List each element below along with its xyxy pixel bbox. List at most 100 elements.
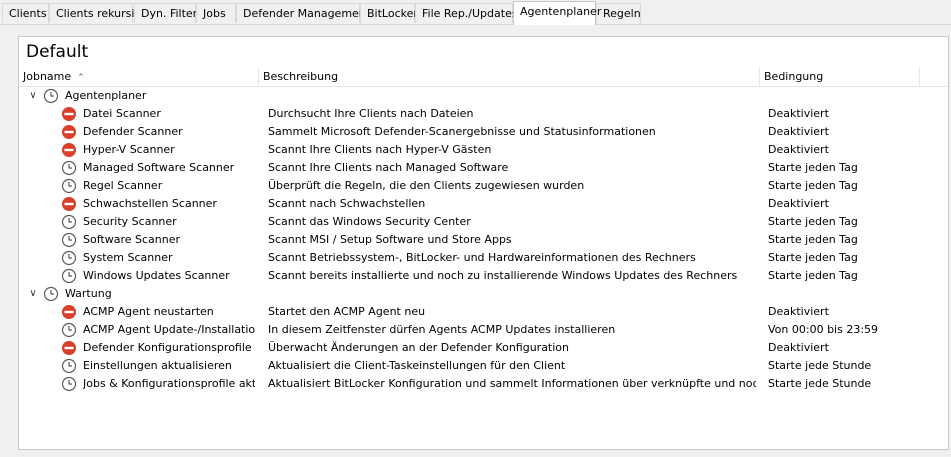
panel-title: Default [26,42,89,62]
job-row[interactable]: Datei Scanner Durchsucht Ihre Clients nac… [19,105,948,123]
clock-icon [61,232,77,248]
job-description: Überprüft die Regeln, die den Clients zu… [268,179,585,192]
job-condition: Deaktiviert [768,143,829,156]
column-header-bedingung[interactable]: Bedingung [760,67,920,86]
job-description: Sammelt Microsoft Defender-Scanergebniss… [268,125,656,138]
job-description: Scannt Ihre Clients nach Managed Softwar… [268,161,509,174]
job-condition: Starte jeden Tag [768,215,858,228]
group-name: Wartung [65,287,112,300]
job-row[interactable]: Einstellungen aktualisieren Aktualisiert … [19,357,948,375]
job-row[interactable]: Regel Scanner Überprüft die Regeln, die d… [19,177,948,195]
chevron-down-icon[interactable]: ∨ [26,287,40,301]
disabled-icon [61,142,77,158]
tab-bar-divider [0,24,951,25]
clock-icon [43,88,59,104]
column-header-jobname[interactable]: Jobname ⌃ [19,67,259,86]
job-condition: Starte jeden Tag [768,161,858,174]
disabled-icon [61,304,77,320]
job-row[interactable]: Software Scanner Scannt MSI / Setup Softw… [19,231,948,249]
tab-dyn-filter[interactable]: Dyn. Filter [134,3,197,23]
tab-bitlocker[interactable]: BitLocker [360,3,418,23]
job-condition: Starte jeden Tag [768,179,858,192]
job-condition: Deaktiviert [768,107,829,120]
job-description: Scannt Ihre Clients nach Hyper-V Gästen [268,143,492,156]
group-name: Agentenplaner [65,89,147,102]
clock-icon [61,268,77,284]
clock-icon [61,250,77,266]
tree-group-row[interactable]: ∨ Wartung [19,285,948,303]
tab-bar: Clients Clients rekursiv Dyn. Filter Jobs De… [0,0,951,25]
job-condition: Starte jede Stunde [768,377,872,390]
job-name: Defender Konfigurationsprofile a... [83,341,255,354]
clock-icon [61,214,77,230]
job-name: Defender Scanner [83,125,183,138]
job-description: Scannt MSI / Setup Software und Store Ap… [268,233,512,246]
tab-defender-management[interactable]: Defender Management [236,3,370,23]
job-row[interactable]: Managed Software Scanner Scannt Ihre Clie… [19,159,948,177]
job-name: Software Scanner [83,233,180,246]
job-description: Aktualisiert die Client-Taskeinstellunge… [268,359,566,372]
job-condition: Starte jeden Tag [768,251,858,264]
job-name: Hyper-V Scanner [83,143,175,156]
job-description: Durchsucht Ihre Clients nach Dateien [268,107,474,120]
job-row[interactable]: System Scanner Scannt Betriebssystem-, Bi… [19,249,948,267]
job-name: Datei Scanner [83,107,161,120]
job-name: Schwachstellen Scanner [83,197,217,210]
job-row[interactable]: Jobs & Konfigurationsprofile aktu... Aktu… [19,375,948,393]
disabled-icon [61,340,77,356]
column-header-row: Jobname ⌃ Beschreibung Bedingung [19,67,948,87]
job-name: ACMP Agent Update-/Installation... [83,323,255,336]
tab-jobs[interactable]: Jobs [196,3,236,23]
job-description: Aktualisiert BitLocker Konfiguration und… [268,377,756,390]
job-name: Windows Updates Scanner [83,269,230,282]
scheduler-panel: Default Jobname ⌃ Beschreibung Bedingung … [18,36,949,450]
job-name: Managed Software Scanner [83,161,235,174]
clock-icon [61,160,77,176]
job-name: Security Scanner [83,215,177,228]
disabled-icon [61,196,77,212]
job-row[interactable]: Schwachstellen Scanner Scannt nach Schwac… [19,195,948,213]
job-name: System Scanner [83,251,173,264]
job-name: ACMP Agent neustarten [83,305,214,318]
job-description: Überwacht Änderungen an der Defender Kon… [268,341,570,354]
job-condition: Starte jeden Tag [768,269,858,282]
clock-icon [43,286,59,302]
job-description: In diesem Zeitfenster dürfen Agents ACMP… [268,323,616,336]
tab-clients-rekursiv[interactable]: Clients rekursiv [49,3,141,23]
tab-regeln[interactable]: Regeln [596,3,641,23]
column-header-jobname-label: Jobname [23,70,72,83]
job-condition: Deaktiviert [768,197,829,210]
job-name: Regel Scanner [83,179,163,192]
disabled-icon [61,124,77,140]
job-condition: Deaktiviert [768,341,829,354]
job-row[interactable]: Defender Konfigurationsprofile a... Überw… [19,339,948,357]
job-description: Scannt Betriebssystem-, BitLocker- und H… [268,251,696,264]
clock-icon [61,178,77,194]
job-condition: Von 00:00 bis 23:59 [768,323,879,336]
job-description: Scannt das Windows Security Center [268,215,471,228]
job-row[interactable]: ACMP Agent neustarten Startet den ACMP Ag… [19,303,948,321]
tab-clients[interactable]: Clients [2,3,49,23]
job-condition: Deaktiviert [768,305,829,318]
column-header-bedingung-label: Bedingung [764,70,824,83]
job-row[interactable]: Security Scanner Scannt das Windows Secur… [19,213,948,231]
column-header-beschreibung[interactable]: Beschreibung [259,67,760,86]
job-condition: Deaktiviert [768,125,829,138]
job-description: Startet den ACMP Agent neu [268,305,426,318]
clock-icon [61,358,77,374]
disabled-icon [61,106,77,122]
job-row[interactable]: Defender Scanner Sammelt Microsoft Defend… [19,123,948,141]
job-row[interactable]: Hyper-V Scanner Scannt Ihre Clients nach … [19,141,948,159]
job-row[interactable]: ACMP Agent Update-/Installation... In die… [19,321,948,339]
job-condition: Starte jede Stunde [768,359,872,372]
tree-group-row[interactable]: ∨ Agentenplaner [19,87,948,105]
sort-ascending-icon: ⌃ [77,73,85,83]
job-name: Einstellungen aktualisieren [83,359,232,372]
chevron-down-icon[interactable]: ∨ [26,89,40,103]
job-name: Jobs & Konfigurationsprofile aktu... [83,377,255,390]
job-row[interactable]: Windows Updates Scanner Scannt bereits in… [19,267,948,285]
tab-agentenplaner[interactable]: Agentenplaner [513,1,601,25]
job-condition: Starte jeden Tag [768,233,858,246]
clock-icon [61,322,77,338]
tab-file-rep-updates[interactable]: File Rep./Updates [415,3,518,23]
